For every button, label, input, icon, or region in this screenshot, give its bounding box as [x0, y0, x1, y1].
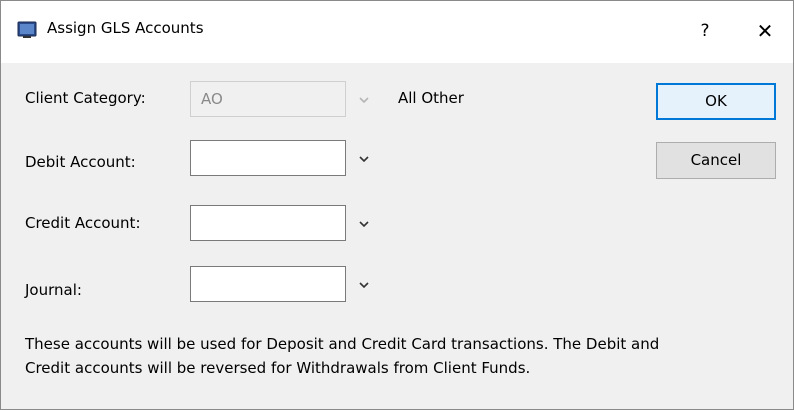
close-button[interactable]: ✕ [743, 13, 787, 49]
credit-account-combobox[interactable] [190, 205, 346, 241]
info-text-line-2: Credit accounts will be reversed for Wit… [25, 359, 531, 377]
help-button[interactable]: ? [685, 13, 725, 49]
client-category-description: All Other [398, 89, 464, 107]
cancel-button[interactable]: Cancel [656, 142, 776, 179]
title-bar: Assign GLS Accounts ? ✕ [1, 1, 793, 63]
debit-account-combobox[interactable] [190, 140, 346, 176]
assign-gls-accounts-dialog: Assign GLS Accounts ? ✕ Client Category:… [0, 0, 794, 410]
info-text-line-1: These accounts will be used for Deposit … [25, 335, 660, 353]
journal-combobox[interactable] [190, 266, 346, 302]
chevron-down-icon[interactable] [357, 216, 371, 230]
credit-account-label: Credit Account: [25, 214, 141, 232]
debit-account-label: Debit Account: [25, 153, 136, 171]
window-title: Assign GLS Accounts [47, 19, 204, 37]
chevron-down-icon [357, 92, 371, 106]
chevron-down-icon[interactable] [357, 151, 371, 165]
journal-label: Journal: [25, 281, 82, 299]
client-category-combobox: AO [190, 81, 346, 117]
app-window-icon [17, 21, 37, 39]
client-category-label: Client Category: [25, 89, 146, 107]
ok-button[interactable]: OK [656, 83, 776, 120]
chevron-down-icon[interactable] [357, 277, 371, 291]
